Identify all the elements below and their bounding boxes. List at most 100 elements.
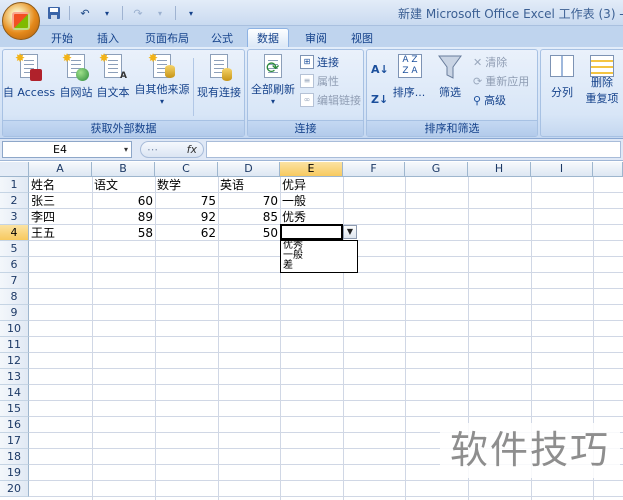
cell-c4[interactable]: 62 xyxy=(155,225,218,241)
cell-c2[interactable]: 75 xyxy=(155,193,218,209)
row-header-18[interactable]: 18 xyxy=(0,449,29,465)
group-label: 获取外部数据 xyxy=(3,120,244,136)
undo-dropdown-icon[interactable]: ▾ xyxy=(97,4,117,22)
column-header-i[interactable]: I xyxy=(531,162,593,177)
dropdown-option[interactable]: 差 xyxy=(281,261,357,271)
group-sort-filter: A↓ Z↓ A ZZ A 排序... 筛选 ✕ 清除 ⟳ 重新应用 ⚲ 高级 排序和筛… xyxy=(366,49,538,137)
cell-b4[interactable]: 58 xyxy=(92,225,155,241)
row-header-2[interactable]: 2 xyxy=(0,193,29,209)
column-header-e[interactable]: E xyxy=(280,162,343,177)
row-header-9[interactable]: 9 xyxy=(0,305,29,321)
row-header-11[interactable]: 11 xyxy=(0,337,29,353)
tab-page-layout[interactable]: 页面布局 xyxy=(137,28,197,47)
column-header-d[interactable]: D xyxy=(218,162,280,177)
column-header-b[interactable]: B xyxy=(92,162,155,177)
sort-descending-button[interactable]: Z↓ xyxy=(371,90,388,108)
tab-review[interactable]: 审阅 xyxy=(296,28,336,47)
cell-b2[interactable]: 60 xyxy=(92,193,155,209)
undo-icon[interactable]: ↶ xyxy=(75,4,95,22)
row-header-8[interactable]: 8 xyxy=(0,289,29,305)
tab-data[interactable]: 数据 xyxy=(247,28,289,47)
row-header-20[interactable]: 20 xyxy=(0,481,29,497)
cell-d1[interactable]: 英语 xyxy=(218,177,280,193)
insert-function-button[interactable]: ⋯ fx xyxy=(140,141,204,158)
sort-az-icon: A↓ xyxy=(371,62,389,76)
row-header-4[interactable]: 4 xyxy=(0,225,29,241)
save-icon[interactable] xyxy=(44,4,64,22)
cell-d2[interactable]: 70 xyxy=(218,193,280,209)
sort-dialog-icon: A ZZ A xyxy=(398,54,422,78)
select-all-corner[interactable] xyxy=(0,162,29,177)
row-header-5[interactable]: 5 xyxy=(0,241,29,257)
customize-qat-icon[interactable]: ▾ xyxy=(181,4,201,22)
cell-a2[interactable]: 张三 xyxy=(29,193,92,209)
cell-b1[interactable]: 语文 xyxy=(92,177,155,193)
database-icon xyxy=(222,68,232,81)
gridline xyxy=(29,496,623,497)
row-header-15[interactable]: 15 xyxy=(0,401,29,417)
cell-d4[interactable]: 50 xyxy=(218,225,280,241)
column-header-f[interactable]: F xyxy=(343,162,405,177)
column-header-a[interactable]: A xyxy=(29,162,92,177)
advanced-filter-button[interactable]: ⚲ 高级 xyxy=(473,91,506,109)
formula-bar: E4 ▾ ⋯ fx xyxy=(0,139,623,161)
cell-d3[interactable]: 85 xyxy=(218,209,280,225)
column-header-h[interactable]: H xyxy=(468,162,531,177)
from-web-button[interactable]: ✸ 自网站 xyxy=(59,52,93,106)
from-other-sources-button[interactable]: ✸ 自其他来源 ▾ xyxy=(134,52,190,106)
row-header-19[interactable]: 19 xyxy=(0,465,29,481)
gridline xyxy=(29,352,623,353)
clear-filter-button[interactable]: ✕ 清除 xyxy=(473,53,507,71)
chevron-down-icon: ▼ xyxy=(346,227,354,236)
sort-button[interactable]: A ZZ A 排序... xyxy=(392,52,426,106)
row-header-13[interactable]: 13 xyxy=(0,369,29,385)
column-header-partial[interactable] xyxy=(593,162,623,177)
office-button[interactable] xyxy=(2,2,40,40)
cell-b3[interactable]: 89 xyxy=(92,209,155,225)
existing-connections-button[interactable]: 现有连接 xyxy=(196,52,242,106)
tab-home[interactable]: 开始 xyxy=(42,28,82,47)
row-header-1[interactable]: 1 xyxy=(0,177,29,193)
group-data-tools: 分列 删除 重复项 xyxy=(540,49,623,137)
tab-formulas[interactable]: 公式 xyxy=(202,28,242,47)
edit-links-button[interactable]: ∞ 编辑链接 xyxy=(300,91,361,109)
connections-button[interactable]: ⊞ 连接 xyxy=(300,53,339,71)
cell-c3[interactable]: 92 xyxy=(155,209,218,225)
sort-ascending-button[interactable]: A↓ xyxy=(371,60,389,78)
cell-e1[interactable]: 优异 xyxy=(280,177,343,193)
column-header-c[interactable]: C xyxy=(155,162,218,177)
tab-view[interactable]: 视图 xyxy=(342,28,382,47)
tab-insert[interactable]: 插入 xyxy=(88,28,128,47)
cell-e3[interactable]: 优秀 xyxy=(280,209,343,225)
row-header-6[interactable]: 6 xyxy=(0,257,29,273)
row-header-17[interactable]: 17 xyxy=(0,433,29,449)
filter-button[interactable]: 筛选 xyxy=(435,52,465,106)
row-header-14[interactable]: 14 xyxy=(0,385,29,401)
column-header-g[interactable]: G xyxy=(405,162,468,177)
redo-icon[interactable]: ↷ xyxy=(128,4,148,22)
cell-c1[interactable]: 数学 xyxy=(155,177,218,193)
text-to-columns-button[interactable]: 分列 xyxy=(545,52,579,106)
cell-e2[interactable]: 一般 xyxy=(280,193,343,209)
row-header-7[interactable]: 7 xyxy=(0,273,29,289)
properties-button[interactable]: ≡ 属性 xyxy=(300,72,339,90)
cell-a3[interactable]: 李四 xyxy=(29,209,92,225)
advanced-filter-icon: ⚲ xyxy=(473,93,482,107)
refresh-all-button[interactable]: ⟳ 全部刷新 ▾ xyxy=(250,52,296,106)
row-header-3[interactable]: 3 xyxy=(0,209,29,225)
active-cell-e4[interactable] xyxy=(280,224,343,240)
row-header-10[interactable]: 10 xyxy=(0,321,29,337)
name-box[interactable]: E4 ▾ xyxy=(2,141,132,158)
row-header-12[interactable]: 12 xyxy=(0,353,29,369)
worksheet-grid[interactable]: A B C D E F G H I 1 2 3 4 5 6 7 8 9 10 1… xyxy=(0,162,623,500)
remove-duplicates-button[interactable]: 删除 重复项 xyxy=(583,52,621,106)
reapply-button[interactable]: ⟳ 重新应用 xyxy=(473,72,529,90)
cell-a4[interactable]: 王五 xyxy=(29,225,92,241)
from-access-button[interactable]: ✸ 自 Access xyxy=(3,52,55,106)
cell-a1[interactable]: 姓名 xyxy=(29,177,92,193)
from-text-button[interactable]: ✸ A 自文本 xyxy=(96,52,130,106)
redo-dropdown-icon[interactable]: ▾ xyxy=(150,4,170,22)
row-header-16[interactable]: 16 xyxy=(0,417,29,433)
formula-input[interactable] xyxy=(206,141,621,158)
validation-dropdown-button[interactable]: ▼ xyxy=(343,225,357,239)
